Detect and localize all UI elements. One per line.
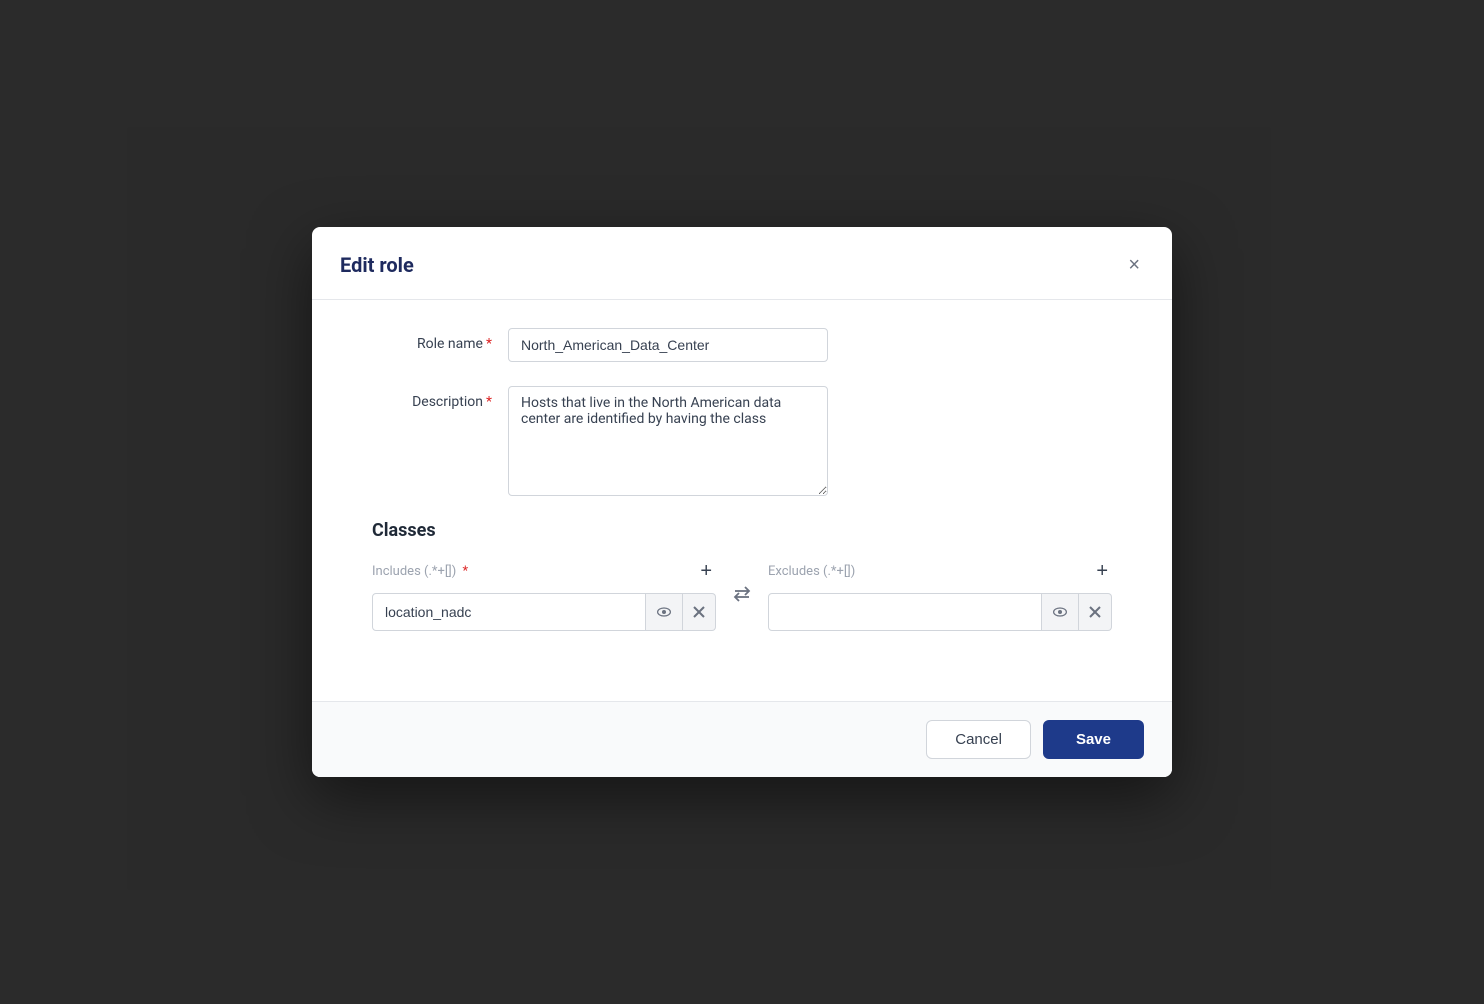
excludes-eye-button[interactable] [1042,593,1079,631]
classes-title: Classes [372,520,1112,541]
includes-input-row [372,593,716,631]
eye-icon [656,604,672,620]
includes-required: * [463,564,469,579]
modal-header: Edit role × [312,227,1172,300]
close-icon: × [1128,255,1140,275]
excludes-column: Excludes (.*+[]) + [768,561,1112,631]
excludes-input-row [768,593,1112,631]
includes-input[interactable] [372,593,646,631]
classes-section: Classes Includes (.*+[]) * + [372,520,1112,631]
description-label: Description* [372,386,492,410]
excludes-input[interactable] [768,593,1042,631]
required-indicator-desc: * [486,394,492,410]
includes-eye-button[interactable] [646,593,683,631]
includes-header: Includes (.*+[]) * + [372,561,716,581]
clear-icon [693,606,705,618]
add-exclude-button[interactable]: + [1092,561,1112,581]
includes-label: Includes (.*+[]) * [372,564,468,579]
includes-clear-button[interactable] [683,593,716,631]
close-button[interactable]: × [1124,251,1144,279]
excludes-clear-button[interactable] [1079,593,1112,631]
modal-body: Role name* Description* Hosts that live … [312,300,1172,701]
excludes-label: Excludes (.*+[]) [768,564,855,579]
cancel-button[interactable]: Cancel [926,720,1031,759]
save-button[interactable]: Save [1043,720,1144,759]
includes-column: Includes (.*+[]) * + [372,561,716,631]
eye-icon-excludes [1052,604,1068,620]
edit-role-modal: Edit role × Role name* Description* Host… [312,227,1172,777]
clear-icon-excludes [1089,606,1101,618]
description-row: Description* Hosts that live in the Nort… [372,386,1112,496]
classes-columns: Includes (.*+[]) * + [372,561,1112,631]
role-name-label: Role name* [372,328,492,352]
role-name-row: Role name* [372,328,1112,362]
add-include-button[interactable]: + [696,561,716,581]
description-textarea[interactable]: Hosts that live in the North American da… [508,386,828,496]
required-indicator: * [486,336,492,352]
modal-title: Edit role [340,253,414,277]
excludes-header: Excludes (.*+[]) + [768,561,1112,581]
swap-icon [716,584,768,608]
role-name-input[interactable] [508,328,828,362]
modal-footer: Cancel Save [312,701,1172,777]
